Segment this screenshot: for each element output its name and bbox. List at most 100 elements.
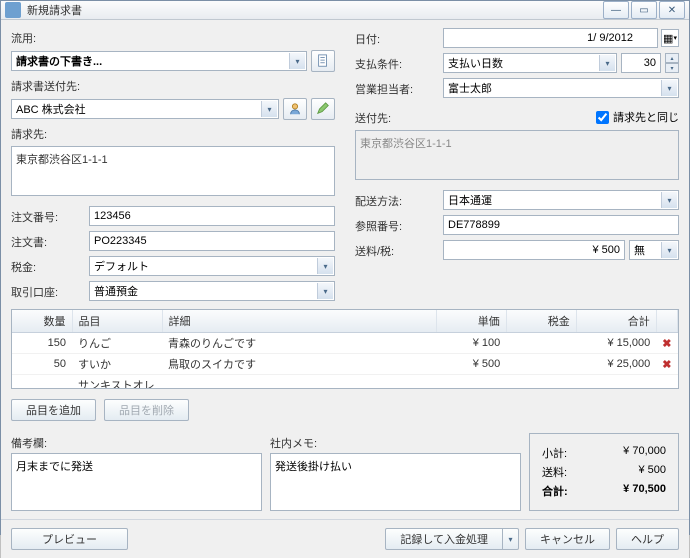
bill-addr-textarea[interactable] bbox=[11, 146, 335, 196]
col-qty[interactable]: 数量 bbox=[12, 310, 72, 333]
same-as-bill-checkbox[interactable]: 請求先と同じ bbox=[596, 109, 679, 125]
chevron-down-icon: ▾ bbox=[661, 192, 677, 208]
shipping-fee-input[interactable] bbox=[443, 240, 625, 260]
chevron-down-icon: ▾ bbox=[317, 258, 333, 274]
order-no-label: 注文番号: bbox=[11, 209, 81, 225]
account-combo[interactable]: 普通預金 ▾ bbox=[89, 281, 335, 301]
tax-label: 税金: bbox=[11, 259, 81, 275]
bill-to-value: ABC 株式会社 bbox=[16, 101, 86, 117]
cell-qty: 50 bbox=[12, 354, 72, 375]
bill-to-combo[interactable]: ABC 株式会社 ▾ bbox=[11, 99, 279, 119]
cell-price: ¥ 150 bbox=[436, 375, 506, 390]
spin-up-button[interactable]: ▴ bbox=[665, 53, 679, 63]
tax-value: デフォルト bbox=[94, 258, 149, 274]
date-label: 日付: bbox=[355, 31, 435, 47]
cell-detail: 鳥取のスイカです bbox=[162, 354, 436, 375]
spin-down-button[interactable]: ▾ bbox=[665, 63, 679, 73]
order-no-input[interactable] bbox=[89, 206, 335, 226]
pay-terms-value: 支払い日数 bbox=[448, 55, 503, 71]
col-item[interactable]: 品目 bbox=[72, 310, 162, 333]
ship-method-combo[interactable]: 日本通運 ▾ bbox=[443, 190, 679, 210]
col-detail[interactable]: 詳細 bbox=[162, 310, 436, 333]
line-items-table: 数量 品目 詳細 単価 税金 合計 150りんご青森のりんごです¥ 100¥ 1… bbox=[11, 309, 679, 389]
internal-memo-label: 社内メモ: bbox=[270, 435, 521, 451]
ship-to-label: 送付先: bbox=[355, 110, 391, 126]
cell-detail: カリフォルニアのオレンジです bbox=[162, 375, 436, 390]
col-tax[interactable]: 税金 bbox=[506, 310, 576, 333]
pay-terms-combo[interactable]: 支払い日数 ▾ bbox=[443, 53, 617, 73]
cell-tax bbox=[506, 375, 576, 390]
copy-from-combo[interactable]: 請求書の下書き... ▾ bbox=[11, 51, 307, 71]
account-value: 普通預金 bbox=[94, 283, 138, 299]
edit-icon-button[interactable] bbox=[311, 98, 335, 120]
preview-button[interactable]: プレビュー bbox=[11, 528, 128, 550]
subtotal-label: 小計: bbox=[542, 445, 567, 461]
po-input[interactable] bbox=[89, 231, 335, 251]
date-input[interactable] bbox=[443, 28, 658, 48]
subtotal-value: ¥ 70,000 bbox=[623, 445, 666, 461]
delete-item-button[interactable]: 品目を削除 bbox=[104, 399, 189, 421]
record-payment-dropdown[interactable]: ▾ bbox=[503, 528, 519, 550]
pay-days-input[interactable] bbox=[621, 53, 661, 73]
ref-no-label: 参照番号: bbox=[355, 218, 435, 234]
help-button[interactable]: ヘルプ bbox=[616, 528, 679, 550]
copy-from-value: 請求書の下書き... bbox=[16, 53, 102, 69]
invoice-window: 新規請求書 — ▭ ✕ 流用: 請求書の下書き... ▾ 請求 bbox=[0, 0, 690, 535]
app-icon bbox=[5, 2, 21, 18]
total-value: ¥ 70,500 bbox=[623, 483, 666, 499]
pay-terms-label: 支払条件: bbox=[355, 56, 435, 72]
chevron-down-icon: ▾ bbox=[661, 80, 677, 96]
shipping-value: ¥ 500 bbox=[638, 464, 666, 480]
sales-rep-value: 富士太郎 bbox=[448, 80, 492, 96]
delete-row-icon[interactable]: ✖ bbox=[656, 333, 677, 354]
close-button[interactable]: ✕ bbox=[659, 1, 685, 19]
cell-tax bbox=[506, 333, 576, 354]
ref-no-input[interactable] bbox=[443, 215, 679, 235]
ship-addr-textarea bbox=[355, 130, 679, 180]
add-item-button[interactable]: 品目を追加 bbox=[11, 399, 96, 421]
person-icon bbox=[288, 102, 302, 116]
account-label: 取引口座: bbox=[11, 284, 81, 300]
chevron-down-icon: ▾ bbox=[599, 55, 615, 71]
ship-tax-combo[interactable]: 無 ▾ bbox=[629, 240, 679, 260]
remarks-label: 備考欄: bbox=[11, 435, 262, 451]
ship-method-value: 日本通運 bbox=[448, 192, 492, 208]
table-row[interactable]: 200サンキストオレンジカリフォルニアのオレンジです¥ 150¥ 30,000✖ bbox=[12, 375, 678, 390]
cell-qty: 150 bbox=[12, 333, 72, 354]
copy-from-label: 流用: bbox=[11, 30, 335, 46]
cell-detail: 青森のりんごです bbox=[162, 333, 436, 354]
document-icon bbox=[316, 54, 330, 68]
delete-row-icon[interactable]: ✖ bbox=[656, 375, 677, 390]
cell-qty: 200 bbox=[12, 375, 72, 390]
po-label: 注文書: bbox=[11, 234, 81, 250]
internal-memo-textarea[interactable] bbox=[270, 453, 521, 511]
contact-icon-button[interactable] bbox=[283, 98, 307, 120]
col-price[interactable]: 単価 bbox=[436, 310, 506, 333]
col-total[interactable]: 合計 bbox=[576, 310, 656, 333]
titlebar: 新規請求書 — ▭ ✕ bbox=[1, 1, 689, 20]
document-icon-button[interactable] bbox=[311, 50, 335, 72]
table-row[interactable]: 150りんご青森のりんごです¥ 100¥ 15,000✖ bbox=[12, 333, 678, 354]
table-row[interactable]: 50すいか鳥取のスイカです¥ 500 ¥ 25,000✖ bbox=[12, 354, 678, 375]
remarks-textarea[interactable] bbox=[11, 453, 262, 511]
cell-total: ¥ 25,000 bbox=[576, 354, 656, 375]
maximize-button[interactable]: ▭ bbox=[631, 1, 657, 19]
sales-rep-combo[interactable]: 富士太郎 ▾ bbox=[443, 78, 679, 98]
chevron-down-icon: ▾ bbox=[661, 242, 677, 258]
tax-combo[interactable]: デフォルト ▾ bbox=[89, 256, 335, 276]
pencil-icon bbox=[316, 102, 330, 116]
same-as-bill-check-input[interactable] bbox=[596, 111, 609, 124]
cell-tax bbox=[506, 354, 576, 375]
totals-panel: 小計:¥ 70,000 送料:¥ 500 合計:¥ 70,500 bbox=[529, 433, 679, 511]
cell-item: すいか bbox=[72, 354, 162, 375]
record-payment-button[interactable]: 記録して入金処理 bbox=[385, 528, 503, 550]
cancel-button[interactable]: キャンセル bbox=[525, 528, 610, 550]
delete-row-icon[interactable]: ✖ bbox=[656, 354, 677, 375]
bill-addr-label: 請求先: bbox=[11, 126, 335, 142]
bill-to-label: 請求書送付先: bbox=[11, 78, 335, 94]
total-label: 合計: bbox=[542, 483, 568, 499]
calendar-button[interactable]: ▦▾ bbox=[661, 29, 679, 47]
chevron-down-icon: ▾ bbox=[317, 283, 333, 299]
minimize-button[interactable]: — bbox=[603, 1, 629, 19]
cell-price: ¥ 500 bbox=[436, 354, 506, 375]
